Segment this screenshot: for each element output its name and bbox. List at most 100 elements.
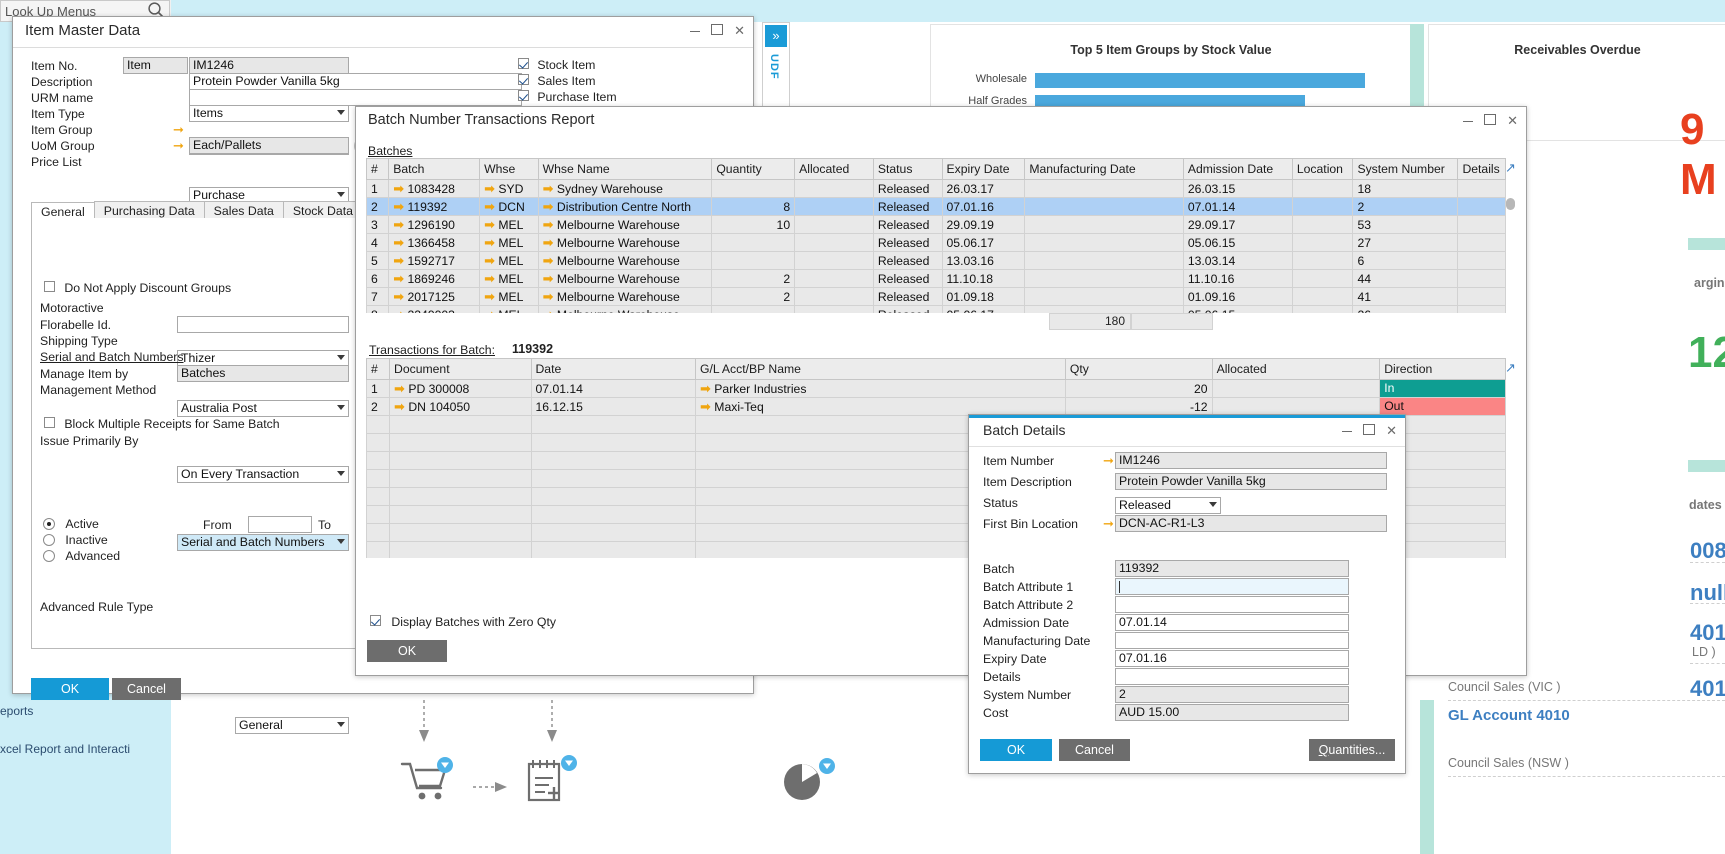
cell-bp-name[interactable]: ➡ Parker Industries [695,379,1066,398]
link-arrow-icon[interactable]: ➡ [394,399,405,414]
link-arrow-icon[interactable]: ➞ [1103,517,1114,530]
link-arrow-icon[interactable]: ➡ [394,381,405,396]
item-type-select[interactable]: Items [189,105,349,122]
link-arrow-icon[interactable]: ➡ [484,217,495,232]
col-status[interactable]: Status [872,158,943,180]
table-row[interactable]: 8➡ 2249003➡ MEL➡ Melbourne Warehouse Rele… [366,305,1506,314]
col-index[interactable]: # [366,158,390,180]
col-allocated[interactable]: Allocated [794,158,874,180]
gl-number-4010-b[interactable]: 4010 [1690,676,1725,702]
status-radio-active[interactable] [43,518,55,530]
cell-batch[interactable]: ➡ 2017125 [388,287,481,306]
cell-document[interactable]: ➡ DN 104050 [389,397,532,416]
gl-number-0084[interactable]: 0084 [1690,538,1725,564]
link-arrow-icon[interactable]: ➡ [484,199,495,214]
cell-whse[interactable]: ➡ MEL [479,287,539,306]
link-arrow-icon[interactable]: ➡ [543,217,554,232]
link-arrow-icon[interactable]: ➡ [484,235,495,250]
tx-col-allocated[interactable]: Allocated [1211,358,1381,380]
cell-whse[interactable]: ➡ MEL [479,251,539,270]
link-arrow-icon[interactable]: ➡ [393,271,404,286]
link-arrow-icon[interactable]: ➡ [700,381,711,396]
cell-document[interactable]: ➡ PD 300008 [389,379,532,398]
cell-whse-name[interactable]: ➡ Sydney Warehouse [537,179,713,198]
status-radio-advanced[interactable] [43,550,55,562]
link-arrow-icon[interactable]: ➡ [484,271,495,286]
zero-qty-checkbox[interactable] [370,615,381,626]
col-expiry-date[interactable]: Expiry Date [941,158,1026,180]
status-radio-inactive[interactable] [43,534,55,546]
tab-sales-data[interactable]: Sales Data [203,201,284,219]
batch-details-cancel-button[interactable]: Cancel [1059,739,1130,761]
batch-details-ok-button[interactable]: OK [980,739,1052,761]
batch-details-quantities-button[interactable]: QQuantities...uantities... [1309,739,1395,761]
cell-batch[interactable]: ➡ 1296190 [388,215,481,234]
col-location[interactable]: Location [1291,158,1354,180]
close-icon[interactable]: ✕ [734,24,745,37]
maximize-icon[interactable] [1363,424,1376,437]
minimize-icon[interactable] [690,24,701,37]
col-batch[interactable]: Batch [388,158,481,180]
from-date-field[interactable] [248,516,312,533]
maximize-icon[interactable] [1484,114,1497,127]
item-no-field[interactable]: IM1246 [189,57,349,74]
batch-attribute-field[interactable] [1115,578,1349,595]
link-arrow-icon[interactable]: ➞ [173,123,184,136]
table-row[interactable]: 1 ➡ PD 300008 07.01.14 ➡ Parker Industries 2… [366,379,1506,398]
col-whse[interactable]: Whse [479,158,539,180]
sales-item-checkbox[interactable] [518,74,529,85]
table-row[interactable]: 7 ➡ 2017125 ➡ MEL ➡ Melbourne Warehouse 2 Rel… [366,287,1506,306]
item-master-ok-button[interactable]: OK [31,678,109,700]
link-arrow-icon[interactable]: ➡ [393,181,404,196]
no-discount-checkbox-row[interactable]: Do Not Apply Discount Groups [44,281,231,295]
table-row[interactable]: 6 ➡ 1869246 ➡ MEL ➡ Melbourne Warehouse 2 Rel… [366,269,1506,288]
batch-attribute-field[interactable] [1115,596,1349,613]
sales-item-checkbox-row[interactable]: Sales Item [518,74,595,88]
stock-item-checkbox[interactable] [518,58,529,69]
cell-whse[interactable]: ➡ MEL [479,215,539,234]
cart-icon[interactable] [398,756,454,809]
tx-col-document[interactable]: Document [389,358,532,380]
cell-batch[interactable]: ➡ 1869246 [388,269,481,288]
link-arrow-icon[interactable]: ➡ [543,253,554,268]
tx-col-date[interactable]: Date [530,358,696,380]
batch-report-window-controls[interactable]: ✕ [1463,114,1518,127]
rail-item-reports[interactable]: eports [0,704,33,718]
close-icon[interactable]: ✕ [1507,114,1518,127]
item-master-window-controls[interactable]: ✕ [690,24,745,37]
link-arrow-icon[interactable]: ➡ [543,271,554,286]
batches-grid[interactable]: # Batch Whse Whse Name Quantity Allocate… [366,158,1506,313]
shipping-type-select[interactable]: Australia Post [177,400,349,417]
purchase-item-checkbox-row[interactable]: Purchase Item [518,90,617,104]
minimize-icon[interactable] [1342,424,1353,437]
link-arrow-icon[interactable]: ➡ [393,307,404,314]
link-arrow-icon[interactable]: ➞ [173,139,184,152]
link-arrow-icon[interactable]: ➡ [543,289,554,304]
status-radio-inactive-row[interactable]: Inactive [43,533,108,549]
purchase-item-checkbox[interactable] [518,90,529,101]
close-icon[interactable]: ✕ [1386,424,1397,437]
link-arrow-icon[interactable]: ➡ [393,235,404,250]
cell-batch[interactable]: ➡ 2249003 [388,305,481,314]
cell-whse-name[interactable]: ➡ Melbourne Warehouse [537,251,713,270]
no-discount-checkbox[interactable] [44,281,55,292]
link-arrow-icon[interactable]: ➡ [393,217,404,232]
link-arrow-icon[interactable]: ➡ [484,253,495,268]
item-no-type-field[interactable]: Item [123,57,188,74]
urm-name-field[interactable] [189,89,522,106]
first-bin-location-field[interactable]: DCN-AC-R1-L3 [1115,515,1387,532]
batches-scroll-thumb[interactable] [1506,198,1515,210]
link-arrow-icon[interactable]: ➡ [543,235,554,250]
col-whse-name[interactable]: Whse Name [537,158,713,180]
col-quantity[interactable]: Quantity [711,158,796,180]
note-add-icon[interactable] [523,754,579,809]
batch-attribute-field[interactable]: 119392 [1115,560,1349,577]
batch-attribute-field[interactable] [1115,668,1349,685]
link-arrow-icon[interactable]: ➡ [484,181,495,196]
cell-whse-name[interactable]: ➡ Melbourne Warehouse [537,287,713,306]
maximize-icon[interactable] [711,24,724,37]
tx-col-qty[interactable]: Qty [1064,358,1213,380]
tx-col-direction[interactable]: Direction [1379,358,1506,380]
status-radio-advanced-row[interactable]: Advanced [43,549,120,565]
batch-attribute-field[interactable]: 07.01.14 [1115,614,1349,631]
